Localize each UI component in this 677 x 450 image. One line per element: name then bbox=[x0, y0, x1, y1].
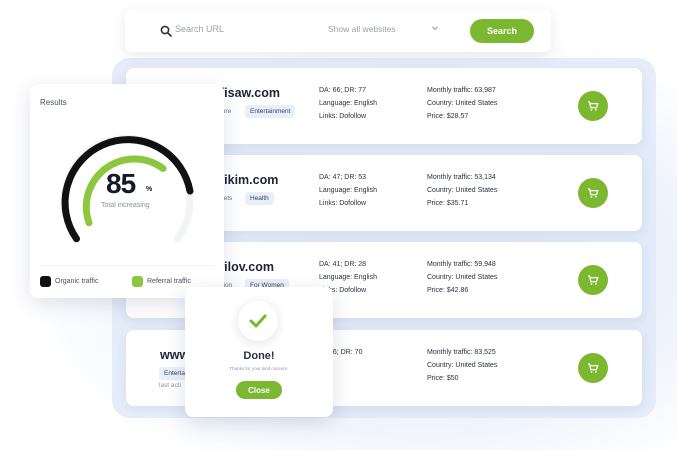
da-dr-value: 66; DR: 70 bbox=[329, 349, 363, 356]
legend-label-referral: Referral traffic bbox=[147, 278, 191, 285]
legend-label-organic: Organic traffic bbox=[55, 278, 99, 285]
search-input[interactable]: Search URL bbox=[175, 24, 224, 34]
legend-swatch-referral bbox=[132, 276, 143, 287]
done-subtitle: Thanks for your kind concern. bbox=[229, 366, 289, 371]
percent-label: Total increasing bbox=[101, 202, 150, 209]
close-button[interactable]: Close bbox=[236, 381, 282, 399]
da-dr-value: DA: 47; DR: 53 bbox=[319, 174, 367, 181]
cart-icon bbox=[588, 363, 599, 373]
cart-icon bbox=[588, 188, 599, 198]
chevron-down-icon[interactable] bbox=[430, 23, 440, 33]
country-value: Country: United States bbox=[427, 100, 498, 107]
category-tag: Entertainment bbox=[245, 105, 296, 118]
language-value: Language: English bbox=[319, 100, 377, 107]
price-value: Price: $42.86 bbox=[427, 287, 469, 294]
price-value: Price: $35.71 bbox=[427, 200, 469, 207]
da-dr-value: DA: 41; DR: 28 bbox=[319, 261, 367, 268]
website-domain[interactable]: filov.com bbox=[220, 260, 274, 274]
links-value: Links: Dofollow bbox=[319, 200, 367, 207]
monthly-traffic-value: Monthly traffic: 59,948 bbox=[427, 261, 496, 268]
website-domain[interactable]: fisaw.com bbox=[220, 86, 280, 100]
category-tag: Health bbox=[245, 192, 274, 205]
monthly-traffic-value: Monthly traffic: 83,525 bbox=[427, 349, 496, 356]
last-activity-text: last acti bbox=[159, 382, 182, 389]
add-to-cart-button[interactable] bbox=[578, 91, 608, 121]
search-icon bbox=[160, 25, 172, 37]
search-bar: Search URL Show all websites Search bbox=[125, 9, 551, 52]
checkmark-icon bbox=[249, 314, 267, 328]
add-to-cart-button[interactable] bbox=[578, 265, 608, 295]
price-value: Price: $28.57 bbox=[427, 113, 469, 120]
monthly-traffic-value: Monthly traffic: 53,134 bbox=[427, 174, 496, 181]
search-button[interactable]: Search bbox=[470, 19, 534, 43]
country-value: Country: United States bbox=[427, 187, 498, 194]
website-filter-select[interactable]: Show all websites bbox=[328, 24, 396, 34]
done-dialog: Done! Thanks for your kind concern. Clos… bbox=[185, 287, 333, 417]
cart-icon bbox=[588, 275, 599, 285]
add-to-cart-button[interactable] bbox=[578, 353, 608, 383]
country-value: Country: United States bbox=[427, 274, 498, 281]
language-value: Language: English bbox=[319, 274, 377, 281]
country-value: Country: United States bbox=[427, 362, 498, 369]
divider bbox=[40, 265, 214, 266]
legend-swatch-organic bbox=[40, 276, 51, 287]
add-to-cart-button[interactable] bbox=[578, 178, 608, 208]
percent-sign: % bbox=[146, 186, 153, 193]
percent-value: 85 bbox=[106, 168, 136, 199]
results-card: Results 85 % Total increasing Organic tr… bbox=[30, 84, 224, 298]
results-title: Results bbox=[40, 98, 67, 107]
success-badge bbox=[238, 301, 278, 341]
da-dr-value: DA: 66; DR: 77 bbox=[319, 87, 367, 94]
links-value: Links: Dofollow bbox=[319, 113, 367, 120]
website-domain[interactable]: fikim.com bbox=[220, 173, 278, 187]
language-value: Language: English bbox=[319, 187, 377, 194]
cart-icon bbox=[588, 101, 599, 111]
done-title: Done! bbox=[243, 350, 275, 362]
monthly-traffic-value: Monthly traffic: 63,987 bbox=[427, 87, 496, 94]
price-value: Price: $50 bbox=[427, 375, 459, 382]
